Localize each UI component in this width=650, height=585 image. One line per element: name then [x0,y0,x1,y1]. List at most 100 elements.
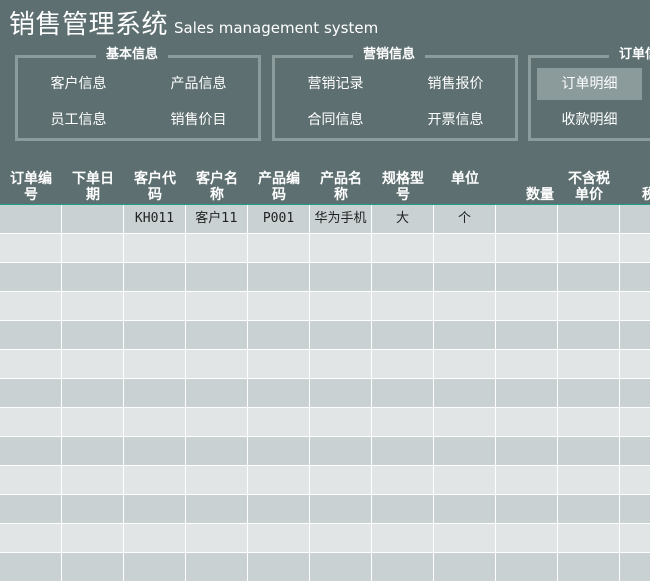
table-cell[interactable] [558,263,620,292]
table-cell[interactable] [496,379,558,408]
table-cell[interactable] [0,466,62,495]
table-cell[interactable] [186,350,248,379]
table-cell[interactable] [310,379,372,408]
employee-info-button[interactable]: 员工信息 [26,104,131,136]
table-cell[interactable] [124,408,186,437]
table-cell[interactable] [310,553,372,582]
table-cell[interactable] [558,350,620,379]
table-cell[interactable] [558,321,620,350]
table-cell[interactable] [434,350,496,379]
table-cell[interactable] [186,321,248,350]
table-cell[interactable] [0,524,62,553]
table-cell[interactable] [372,234,434,263]
sales-price-list-button[interactable]: 销售价目 [146,104,251,136]
col-header-product-code[interactable]: 产品编码 [248,147,310,205]
table-cell[interactable] [0,495,62,524]
table-cell[interactable] [0,437,62,466]
table-row[interactable] [0,437,650,466]
table-cell[interactable] [310,437,372,466]
table-cell[interactable] [248,350,310,379]
table-cell[interactable] [310,350,372,379]
col-header-unit-price-excl-tax[interactable]: 不含税 单价 [558,147,620,205]
marketing-records-button[interactable]: 营销记录 [283,68,388,100]
table-cell[interactable] [434,408,496,437]
table-cell[interactable] [62,408,124,437]
table-cell[interactable] [62,524,124,553]
table-cell[interactable] [248,379,310,408]
table-cell[interactable] [310,495,372,524]
table-cell[interactable] [0,234,62,263]
table-cell[interactable] [124,263,186,292]
table-cell[interactable] [558,524,620,553]
table-cell[interactable] [186,379,248,408]
table-cell[interactable] [186,437,248,466]
table-cell[interactable] [248,321,310,350]
table-cell[interactable] [62,292,124,321]
table-cell[interactable] [434,234,496,263]
table-cell[interactable] [496,234,558,263]
table-cell[interactable] [620,553,650,582]
table-cell[interactable] [62,379,124,408]
table-cell[interactable] [558,234,620,263]
col-header-unit[interactable]: 单位 [434,147,496,205]
table-cell[interactable] [62,437,124,466]
table-cell[interactable] [186,524,248,553]
table-cell[interactable] [62,321,124,350]
table-cell[interactable] [62,350,124,379]
table-cell[interactable] [372,263,434,292]
table-cell[interactable] [124,292,186,321]
cell-unit[interactable]: 个 [434,205,496,234]
table-cell[interactable] [558,495,620,524]
invoice-info-button[interactable]: 开票信息 [403,104,508,136]
table-row[interactable] [0,263,650,292]
table-cell[interactable] [620,321,650,350]
cell-customer-code[interactable]: KH011 [124,205,186,234]
table-cell[interactable] [0,379,62,408]
table-cell[interactable] [310,321,372,350]
table-cell[interactable] [372,321,434,350]
table-cell[interactable] [0,263,62,292]
table-cell[interactable] [620,495,650,524]
table-cell[interactable] [496,350,558,379]
table-cell[interactable] [496,437,558,466]
cell-customer-name[interactable]: 客户11 [186,205,248,234]
col-header-order-no[interactable]: 订单编号 [0,147,62,205]
table-cell[interactable] [62,553,124,582]
table-cell[interactable] [248,553,310,582]
table-row[interactable] [0,553,650,582]
table-cell[interactable] [372,553,434,582]
table-cell[interactable] [372,292,434,321]
table-cell[interactable] [0,321,62,350]
table-cell[interactable] [434,292,496,321]
table-cell[interactable] [434,524,496,553]
cell-order-no[interactable] [0,205,62,234]
table-cell[interactable] [372,495,434,524]
table-cell[interactable] [434,495,496,524]
table-cell[interactable] [496,292,558,321]
table-cell[interactable] [186,408,248,437]
table-cell[interactable] [620,408,650,437]
table-cell[interactable] [620,379,650,408]
table-row[interactable]: KH011 客户11 P001 华为手机 大 个 [0,205,650,234]
table-cell[interactable] [496,408,558,437]
table-row[interactable] [0,292,650,321]
table-cell[interactable] [434,553,496,582]
col-header-order-date[interactable]: 下单日期 [62,147,124,205]
table-cell[interactable] [558,553,620,582]
table-cell[interactable] [434,321,496,350]
table-cell[interactable] [434,379,496,408]
table-cell[interactable] [310,292,372,321]
cell-unit-price[interactable] [558,205,620,234]
table-cell[interactable] [248,263,310,292]
table-cell[interactable] [186,466,248,495]
table-cell[interactable] [620,437,650,466]
table-row[interactable] [0,379,650,408]
table-cell[interactable] [434,466,496,495]
table-cell[interactable] [186,553,248,582]
table-cell[interactable] [62,495,124,524]
table-row[interactable] [0,524,650,553]
col-header-product-name[interactable]: 产品名称 [310,147,372,205]
table-cell[interactable] [0,408,62,437]
cell-product-code[interactable]: P001 [248,205,310,234]
table-row[interactable] [0,466,650,495]
